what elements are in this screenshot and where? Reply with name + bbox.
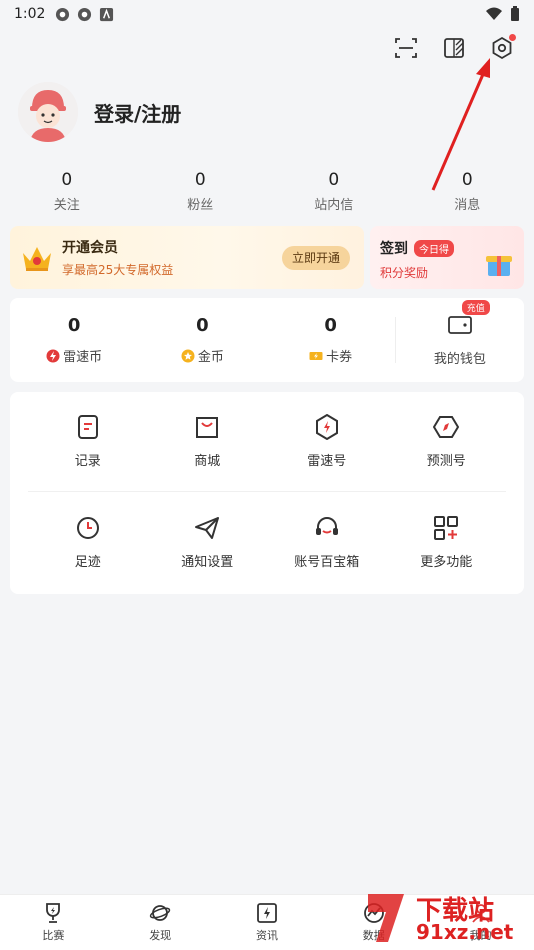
battery-icon [511, 6, 519, 21]
signin-banner[interactable]: 签到 今日得 积分奖励 [370, 226, 524, 289]
wallet-coupon[interactable]: 0 卡券 [267, 315, 395, 365]
wallet-panel: 0 雷速币 0 金币 0 卡券 充值 我的钱包 [10, 298, 524, 382]
grid-label: 预测号 [426, 454, 466, 469]
my-wallet-button[interactable]: 充值 我的钱包 [396, 299, 524, 367]
recharge-badge: 充值 [461, 299, 490, 315]
stat-label: 关注 [53, 198, 80, 213]
watermark-logo-icon [368, 894, 404, 942]
vip-banner[interactable]: 开通会员 享最高25大专属权益 立即开通 [10, 226, 364, 289]
avatar[interactable] [18, 82, 78, 142]
planet-icon [149, 905, 171, 921]
leisu-icon [315, 414, 338, 440]
stat-value: 0 [61, 170, 73, 190]
tab-news[interactable]: 资讯 [214, 895, 321, 950]
wallet-label: 卡券 [326, 350, 353, 365]
wallet-leisu-coin[interactable]: 0 雷速币 [10, 315, 138, 365]
stat-messages[interactable]: 0 消息 [401, 170, 534, 213]
settings-icon[interactable] [490, 34, 516, 60]
tab-label: 比赛 [42, 929, 65, 942]
grid-label: 账号百宝箱 [294, 554, 360, 570]
tab-matches[interactable]: 比赛 [0, 895, 107, 950]
grid-item-more[interactable]: 更多功能 [387, 492, 507, 592]
grid-item-account-toolbox[interactable]: 账号百宝箱 [267, 492, 387, 592]
leisu-coin-icon [46, 349, 60, 362]
stat-value: 0 [328, 170, 340, 190]
site-watermark: 下载站 91xz.net [358, 888, 528, 948]
gold-coin-icon [181, 349, 195, 362]
login-register-link[interactable]: 登录/注册 [94, 98, 181, 127]
status-time: 1:02 [14, 6, 46, 22]
wallet-label: 金币 [197, 350, 224, 365]
wallet-icon [447, 315, 472, 334]
watermark-line2: 91xz.net [416, 920, 514, 944]
a-notification-icon [100, 7, 114, 21]
notify-icon [195, 516, 220, 539]
grid-label: 通知设置 [181, 554, 234, 570]
vip-open-button[interactable]: 立即开通 [281, 246, 350, 270]
grid-item-leisu-account[interactable]: 雷速号 [267, 392, 387, 491]
status-bar: 1:02 [0, 0, 534, 28]
wallet-value: 0 [324, 315, 337, 336]
app-notification-icon [56, 7, 70, 21]
grid-item-record[interactable]: 记录 [28, 392, 148, 491]
function-grid: 记录 商城 雷速号 预测号 足迹 通知设置 账号百宝箱 更多功能 [10, 392, 524, 594]
record-icon [77, 415, 98, 439]
scan-icon[interactable] [394, 36, 418, 60]
profile-stats: 0 关注 0 粉丝 0 站内信 0 消息 [0, 170, 534, 213]
news-icon [257, 903, 277, 923]
trophy-icon [46, 903, 61, 923]
my-wallet-label: 我的钱包 [433, 351, 486, 367]
stat-label: 消息 [454, 198, 481, 213]
service-icon [315, 516, 338, 535]
theme-icon[interactable] [442, 36, 466, 60]
settings-notification-dot [509, 34, 516, 41]
wallet-gold-coin[interactable]: 0 金币 [138, 315, 266, 365]
profile-header[interactable]: 登录/注册 [18, 82, 181, 142]
tab-discover[interactable]: 发现 [107, 895, 214, 950]
grid-label: 商城 [194, 454, 221, 469]
stat-label: 站内信 [314, 198, 354, 213]
wallet-value: 0 [67, 315, 81, 336]
grid-item-notify-settings[interactable]: 通知设置 [148, 492, 268, 592]
history-icon [76, 516, 99, 539]
grid-label: 更多功能 [420, 554, 473, 570]
crown-icon [23, 246, 51, 271]
grid-item-predict[interactable]: 预测号 [387, 392, 507, 491]
stat-following[interactable]: 0 关注 [0, 170, 134, 213]
vip-subtitle: 享最高25大专属权益 [62, 263, 174, 277]
shop-icon [196, 417, 219, 438]
stat-followers[interactable]: 0 粉丝 [134, 170, 268, 213]
signin-title: 签到 [380, 241, 408, 257]
wifi-icon [486, 7, 502, 20]
header-actions [394, 34, 516, 60]
wallet-label: 雷速币 [63, 350, 103, 365]
grid-item-history[interactable]: 足迹 [28, 492, 148, 592]
vip-title: 开通会员 [62, 240, 118, 256]
stat-value: 0 [194, 170, 206, 190]
tab-label: 资讯 [255, 929, 278, 942]
grid-label: 雷速号 [307, 454, 347, 469]
app-notification-icon [78, 7, 92, 21]
grid-label: 记录 [74, 454, 101, 469]
grid-item-shop[interactable]: 商城 [148, 392, 268, 491]
more-icon [434, 515, 459, 540]
predict-icon [433, 416, 460, 438]
tab-label: 发现 [149, 929, 172, 942]
wallet-value: 0 [196, 315, 209, 336]
gift-box-icon [486, 256, 512, 276]
coupon-icon [309, 351, 323, 360]
stat-value: 0 [461, 170, 473, 190]
stat-label: 粉丝 [187, 198, 214, 213]
stat-inbox[interactable]: 0 站内信 [267, 170, 401, 213]
signin-badge: 今日得 [414, 239, 454, 257]
grid-label: 足迹 [74, 554, 101, 570]
